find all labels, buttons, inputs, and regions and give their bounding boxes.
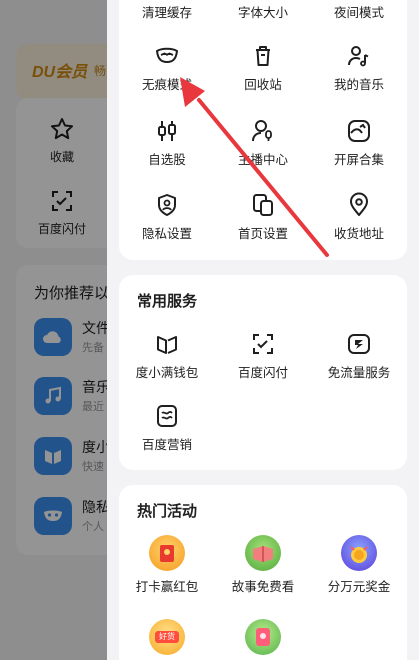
scan-pay-icon [253, 334, 273, 354]
free-stories-item[interactable]: 故事免费看 [215, 535, 311, 595]
item-label: 回收站 [244, 77, 282, 92]
recycle-bin-item[interactable]: 回收站 [215, 43, 311, 93]
good-deals-item[interactable]: 好货 [119, 619, 215, 655]
activities-title: 热门活动 [137, 502, 198, 520]
item-label: 开屏合集 [333, 152, 384, 167]
wallet-icon [157, 336, 177, 354]
item-label: 自选股 [148, 152, 186, 167]
tools-card: 清理缓存 字体大小 夜间模式 无痕模式 回收站 我的音乐 自选股 主播中心 开屏… [119, 0, 407, 260]
item-label: 收货地址 [333, 226, 384, 241]
privacy-settings-item[interactable]: 隐私设置 [119, 192, 215, 242]
bonus-coin-icon [341, 535, 377, 571]
stock-watchlist-item[interactable]: 自选股 [119, 118, 215, 168]
location-pin-icon [350, 192, 368, 216]
splash-collection-icon [348, 120, 370, 142]
bonus-share-item[interactable]: 分万元奖金 [311, 535, 407, 595]
tools-drawer: 清理缓存 字体大小 夜间模式 无痕模式 回收站 我的音乐 自选股 主播中心 开屏… [107, 0, 419, 660]
item-label: 隐私设置 [141, 226, 192, 241]
checkin-redpacket-item[interactable]: 打卡赢红包 [119, 535, 215, 595]
gift-item[interactable] [215, 619, 311, 655]
splash-collection-item[interactable]: 开屏合集 [311, 118, 407, 168]
my-music-item[interactable]: 我的音乐 [311, 43, 407, 93]
common-services-card: 常用服务 度小满钱包 百度闪付 免流量服务 百度营销 [119, 275, 407, 470]
incognito-mask-icon [156, 47, 178, 63]
incognito-mode-item[interactable]: 无痕模式 [119, 43, 215, 93]
baidu-marketing-item[interactable]: 百度营销 [119, 403, 215, 453]
gift-icon [245, 619, 281, 655]
item-label: 故事免费看 [231, 579, 295, 594]
hot-activities-card: 热门活动 打卡赢红包 故事免费看 分万元奖金 好货 [119, 485, 407, 660]
du-wallet-item[interactable]: 度小满钱包 [119, 331, 215, 381]
goods-badge-text: 好货 [155, 631, 179, 643]
clear-cache-item[interactable]: 清理缓存 [119, 2, 215, 21]
goods-badge-icon: 好货 [149, 619, 185, 655]
red-envelope-icon [149, 535, 185, 571]
anchor-center-item[interactable]: 主播中心 [215, 118, 311, 168]
item-label: 度小满钱包 [135, 365, 199, 380]
stock-sliders-icon [158, 121, 176, 141]
data-free-icon [348, 334, 370, 354]
trash-icon [256, 46, 270, 66]
music-note-icon [348, 46, 369, 67]
homepage-settings-icon [253, 194, 273, 216]
item-label: 首页设置 [237, 226, 288, 241]
item-label: 打卡赢红包 [135, 579, 199, 594]
services-title: 常用服务 [137, 292, 198, 310]
free-data-item[interactable]: 免流量服务 [311, 331, 407, 381]
story-book-icon [245, 535, 281, 571]
shipping-address-item[interactable]: 收货地址 [311, 192, 407, 242]
homepage-settings-item[interactable]: 首页设置 [215, 192, 311, 242]
item-label: 百度闪付 [237, 365, 288, 380]
privacy-shield-icon [158, 194, 176, 216]
marketing-icon [157, 405, 177, 427]
baidu-quickpay-item[interactable]: 百度闪付 [215, 331, 311, 381]
item-label: 百度营销 [141, 437, 192, 452]
item-label: 主播中心 [237, 152, 288, 167]
anchor-mic-icon [252, 120, 272, 142]
item-label: 免流量服务 [327, 365, 391, 380]
item-label: 我的音乐 [333, 77, 384, 92]
item-label: 无痕模式 [141, 77, 192, 92]
night-mode-item[interactable]: 夜间模式 [311, 2, 407, 21]
item-label: 分万元奖金 [327, 579, 391, 594]
font-size-item[interactable]: 字体大小 [215, 2, 311, 21]
